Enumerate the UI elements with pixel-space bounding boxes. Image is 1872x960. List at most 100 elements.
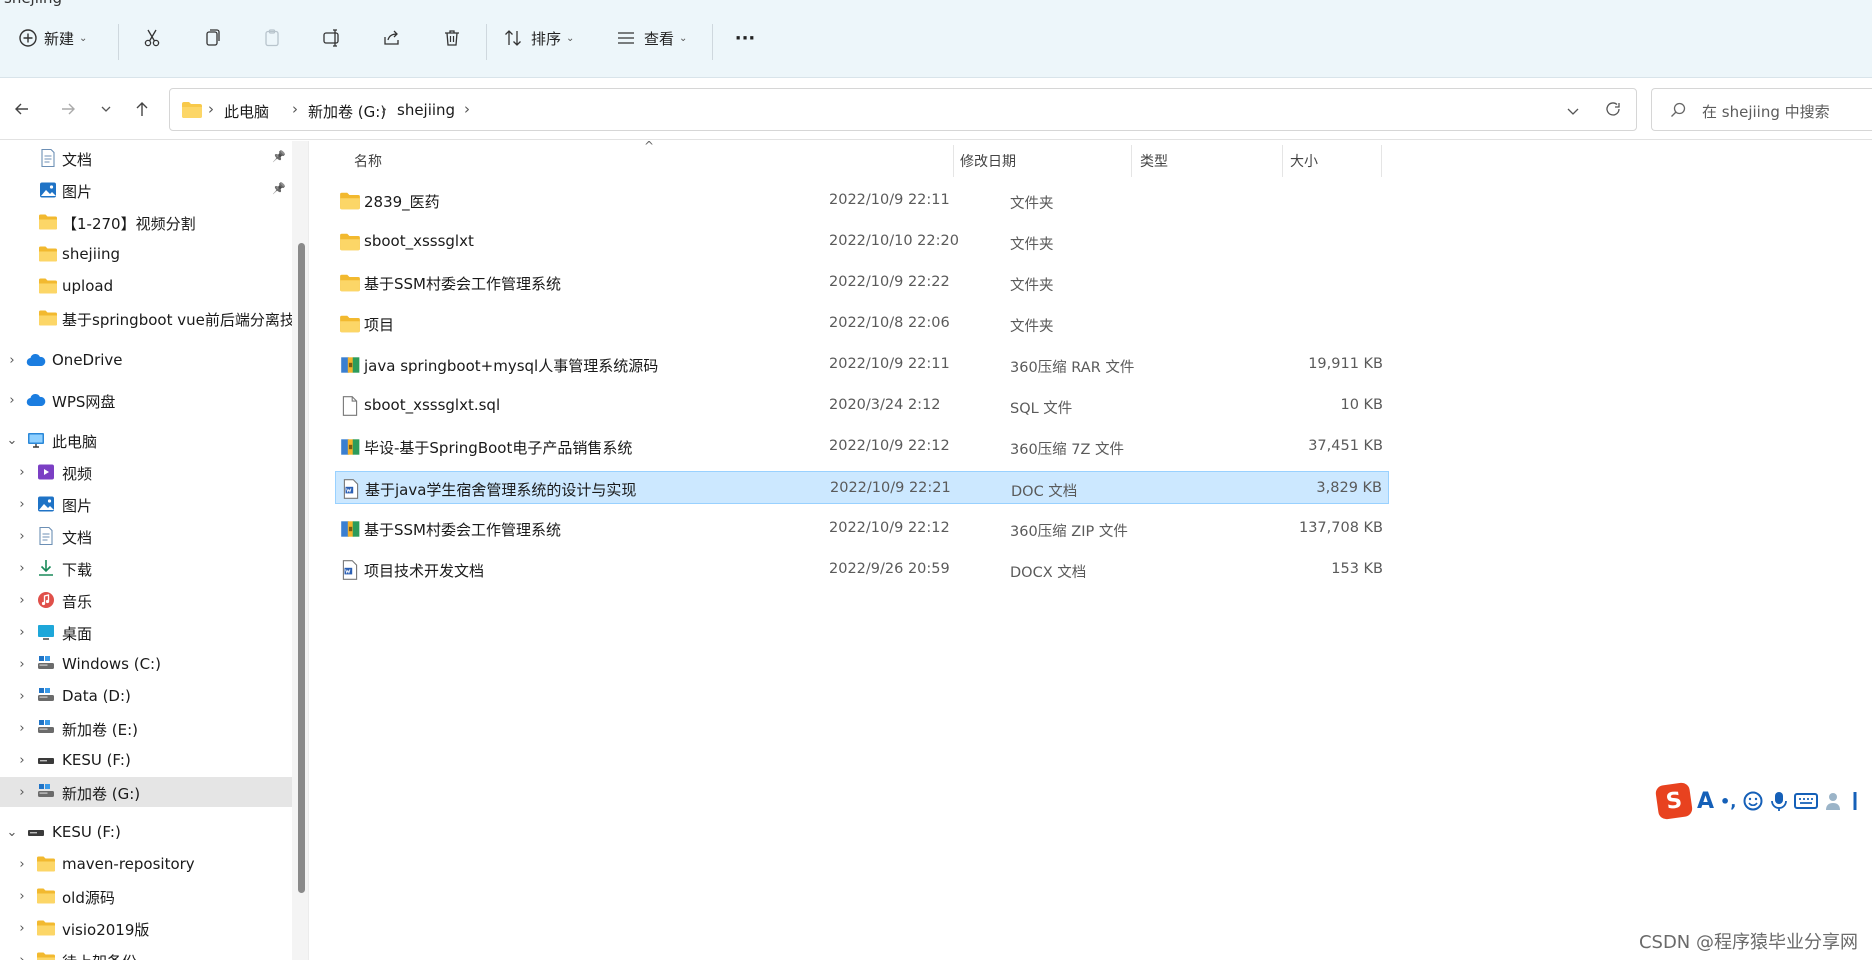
file-name: 基于java学生宿舍管理系统的设计与实现 — [365, 481, 637, 499]
ime-mode-toggle[interactable]: A — [1697, 789, 1714, 814]
expand-chevron-right-icon[interactable]: › — [16, 953, 28, 960]
file-row[interactable]: java springboot+mysql人事管理系统源码 2022/10/9 2… — [335, 348, 1389, 381]
column-divider[interactable] — [953, 145, 954, 177]
sidebar-item[interactable]: 【1-270】视频分割 — [0, 207, 292, 237]
keyboard-icon[interactable] — [1794, 791, 1819, 811]
sidebar-item[interactable]: 图片 📌 — [0, 175, 292, 205]
expand-chevron-right-icon[interactable]: › — [6, 393, 18, 408]
breadcrumb-drive-g[interactable]: 新加卷 (G:) — [308, 101, 386, 122]
sidebar-item[interactable]: › Data (D:) — [0, 681, 292, 711]
new-button[interactable]: 新建 ⌄ — [18, 22, 87, 54]
arrow-up-icon — [136, 102, 148, 116]
sidebar-item[interactable]: › 下载 — [0, 553, 292, 583]
expand-chevron-right-icon[interactable]: › — [6, 353, 18, 368]
cut-button[interactable] — [139, 22, 165, 54]
more-options-button[interactable]: ··· — [730, 22, 760, 54]
sidebar-item[interactable]: upload — [0, 271, 292, 301]
sidebar-item[interactable]: › old源码 — [0, 881, 292, 911]
toolbar-more-icon[interactable] — [1852, 790, 1862, 812]
expand-chevron-right-icon[interactable]: › — [16, 497, 28, 512]
expand-chevron-right-icon[interactable]: › — [16, 625, 28, 640]
copy-button[interactable] — [199, 22, 225, 54]
file-row[interactable]: 基于SSM村委会工作管理系统 2022/10/9 22:12 360压缩 ZIP 文… — [335, 512, 1389, 545]
back-button[interactable] — [9, 96, 35, 122]
file-date: 2022/10/9 22:11 — [829, 356, 950, 372]
search-input[interactable]: 在 shejiing 中搜索 — [1651, 88, 1872, 131]
breadcrumb-this-pc[interactable]: 此电脑 — [224, 101, 269, 122]
column-header-type[interactable]: 类型 — [1140, 151, 1168, 171]
expand-chevron-right-icon[interactable]: › — [16, 529, 28, 544]
sidebar-item[interactable]: › 桌面 — [0, 617, 292, 647]
breadcrumb-separator: › — [464, 100, 470, 118]
user-icon[interactable] — [1824, 790, 1846, 812]
sogou-logo-icon[interactable]: S — [1654, 781, 1694, 821]
expand-chevron-right-icon[interactable]: › — [16, 785, 28, 800]
sidebar-item[interactable]: › 音乐 — [0, 585, 292, 615]
breadcrumb-shejiing[interactable]: shejiing — [397, 101, 455, 119]
up-button[interactable] — [129, 96, 155, 122]
sidebar-item[interactable]: › 视频 — [0, 457, 292, 487]
expand-chevron-right-icon[interactable]: › — [16, 593, 28, 608]
share-button[interactable] — [379, 22, 405, 54]
file-row[interactable]: 项目 2022/10/8 22:06 文件夹 — [335, 307, 1389, 340]
sidebar-item[interactable]: ⌄ KESU (F:) — [0, 817, 292, 847]
rename-icon — [322, 28, 342, 48]
sort-button[interactable]: 排序 ⌄ — [503, 22, 574, 54]
emoji-icon[interactable] — [1742, 790, 1764, 812]
sidebar-item[interactable]: › 文档 — [0, 521, 292, 551]
sidebar-scrollbar-thumb[interactable] — [298, 243, 305, 893]
expand-chevron-right-icon[interactable]: › — [16, 921, 28, 936]
sidebar-item[interactable]: › WPS网盘 — [0, 385, 292, 415]
expand-chevron-down-icon[interactable]: ⌄ — [6, 825, 18, 840]
sidebar-item[interactable]: › visio2019版 — [0, 913, 292, 943]
sidebar-item[interactable]: 文档 📌 — [0, 143, 292, 173]
sidebar-item[interactable]: › maven-repository — [0, 849, 292, 879]
file-row[interactable]: 项目技术开发文档 2022/9/26 20:59 DOCX 文档 153 KB — [335, 553, 1389, 586]
expand-chevron-right-icon[interactable]: › — [16, 753, 28, 768]
column-header-size[interactable]: 大小 — [1290, 151, 1318, 171]
address-history-button[interactable] — [1566, 103, 1580, 122]
expand-chevron-right-icon[interactable]: › — [16, 689, 28, 704]
sidebar-item[interactable]: shejiing — [0, 239, 292, 269]
sidebar-item[interactable]: › 新加卷 (G:) — [0, 777, 292, 807]
sidebar-item[interactable]: › 新加卷 (E:) — [0, 713, 292, 743]
view-button[interactable]: 查看 ⌄ — [616, 22, 687, 54]
delete-button[interactable] — [439, 22, 465, 54]
expand-chevron-right-icon[interactable]: › — [16, 561, 28, 576]
sidebar-item[interactable]: › 图片 — [0, 489, 292, 519]
column-divider[interactable] — [1381, 145, 1382, 177]
recent-locations-button[interactable] — [93, 96, 119, 122]
sidebar-item[interactable]: › 待上架备份 — [0, 945, 292, 960]
file-row[interactable]: 2839_医药 2022/10/9 22:11 文件夹 — [335, 184, 1389, 217]
forward-button[interactable] — [55, 96, 81, 122]
ime-toolbar[interactable]: S A •, — [1654, 781, 1872, 821]
refresh-button[interactable] — [1604, 100, 1622, 122]
column-divider[interactable] — [1282, 145, 1283, 177]
expand-chevron-right-icon[interactable]: › — [16, 721, 28, 736]
file-row[interactable]: sboot_xsssglxt 2022/10/10 22:20 文件夹 — [335, 225, 1389, 258]
column-header-date[interactable]: 修改日期 — [960, 151, 1016, 171]
sidebar-item[interactable]: › Windows (C:) — [0, 649, 292, 679]
address-bar[interactable]: › 此电脑 › 新加卷 (G:) › shejiing › — [169, 88, 1637, 131]
sidebar-item[interactable]: ⌄ 此电脑 — [0, 425, 292, 455]
expand-chevron-right-icon[interactable]: › — [16, 657, 28, 672]
computer-icon — [26, 430, 46, 450]
column-divider[interactable] — [1131, 145, 1132, 177]
sort-button-label: 排序 — [531, 29, 562, 48]
microphone-icon[interactable] — [1770, 790, 1788, 812]
sidebar-item[interactable]: 基于springboot vue前后端分离技 — [0, 303, 292, 333]
sidebar-item[interactable]: › OneDrive — [0, 345, 292, 375]
punctuation-icon[interactable]: •, — [1720, 792, 1736, 811]
expand-chevron-right-icon[interactable]: › — [16, 889, 28, 904]
expand-chevron-right-icon[interactable]: › — [16, 465, 28, 480]
expand-chevron-right-icon[interactable]: › — [16, 857, 28, 872]
rename-button[interactable] — [319, 22, 345, 54]
file-row[interactable]: 毕设-基于SpringBoot电子产品销售系统 2022/10/9 22:12 36… — [335, 430, 1389, 463]
sidebar-item[interactable]: › KESU (F:) — [0, 745, 292, 775]
file-row[interactable]: sboot_xsssglxt.sql 2020/3/24 2:12 SQL 文件 10… — [335, 389, 1389, 422]
expand-chevron-down-icon[interactable]: ⌄ — [6, 433, 18, 448]
column-header-name[interactable]: 名称 — [354, 151, 382, 171]
paste-button[interactable] — [259, 22, 285, 54]
file-row[interactable]: 基于java学生宿舍管理系统的设计与实现 2022/10/9 22:21 DOC 文… — [335, 471, 1389, 504]
file-row[interactable]: 基于SSM村委会工作管理系统 2022/10/9 22:22 文件夹 — [335, 266, 1389, 299]
